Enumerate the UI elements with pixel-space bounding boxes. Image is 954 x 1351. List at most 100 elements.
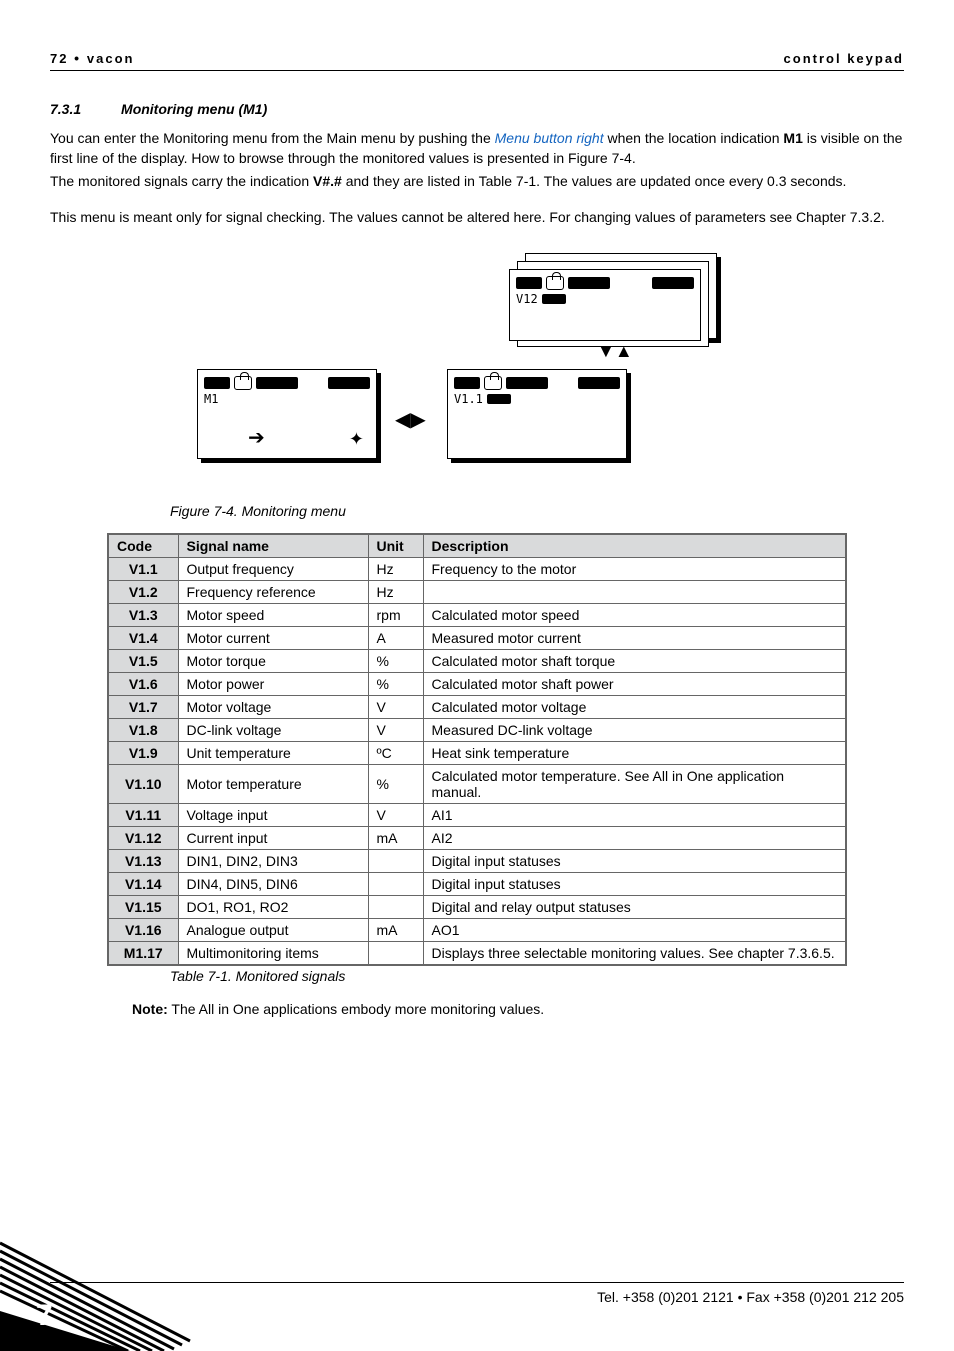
cell-unit: V (368, 696, 423, 719)
cell-desc: Digital and relay output statuses (423, 896, 846, 919)
note-text: The All in One applications embody more … (168, 1001, 544, 1017)
figure-7-4: M1 ➔ ✦ ◀▶ V1.1 ▼▲ V12 (197, 249, 757, 499)
cell-signal: Motor voltage (178, 696, 368, 719)
cell-code: V1.3 (108, 604, 178, 627)
cell-unit (368, 896, 423, 919)
cell-unit: % (368, 650, 423, 673)
table-row: V1.14DIN4, DIN5, DIN6Digital input statu… (108, 873, 846, 896)
display-text: V1.1 (454, 392, 483, 406)
cell-unit: mA (368, 919, 423, 942)
cell-signal: Multimonitoring items (178, 942, 368, 966)
page-header: 72 • vacon control keypad (50, 50, 904, 71)
table-row: V1.8DC-link voltageVMeasured DC-link vol… (108, 719, 846, 742)
cell-desc: Displays three selectable monitoring val… (423, 942, 846, 966)
lock-icon (546, 276, 564, 290)
bar-icon (542, 294, 566, 304)
bar-icon (652, 277, 694, 289)
table-caption: Table 7-1. Monitored signals (170, 968, 904, 984)
cell-signal: DIN1, DIN2, DIN3 (178, 850, 368, 873)
bar-icon (568, 277, 610, 289)
cell-code: V1.10 (108, 765, 178, 804)
cell-desc: Digital input statuses (423, 850, 846, 873)
cell-code: V1.5 (108, 650, 178, 673)
header-right: control keypad (784, 51, 904, 66)
cell-code: V1.11 (108, 804, 178, 827)
cell-signal: DIN4, DIN5, DIN6 (178, 873, 368, 896)
cell-signal: DC-link voltage (178, 719, 368, 742)
cell-desc: AI2 (423, 827, 846, 850)
bullet-icon: • (74, 50, 87, 66)
cell-desc: Calculated motor shaft power (423, 673, 846, 696)
table-row: V1.13DIN1, DIN2, DIN3 Digital input statu… (108, 850, 846, 873)
cell-signal: Analogue output (178, 919, 368, 942)
cell-code: V1.12 (108, 827, 178, 850)
lock-icon (484, 376, 502, 390)
section-title: 7.3.1 Monitoring menu (M1) (50, 101, 904, 117)
cell-code: M1.17 (108, 942, 178, 966)
paragraph-1: You can enter the Monitoring menu from t… (50, 129, 904, 168)
menu-button-right-link[interactable]: Menu button right (495, 130, 604, 146)
cell-code: V1.4 (108, 627, 178, 650)
chapter-badge: 7 (0, 1241, 200, 1351)
footer-contact: Tel. +358 (0)201 2121 • Fax +358 (0)201 … (597, 1289, 904, 1305)
cell-desc: AO1 (423, 919, 846, 942)
cell-desc: Digital input statuses (423, 873, 846, 896)
cell-desc: Measured motor current (423, 627, 846, 650)
bar-icon (516, 277, 542, 289)
table-row: V1.12Current inputmAAI2 (108, 827, 846, 850)
table-row: V1.3Motor speedrpmCalculated motor speed (108, 604, 846, 627)
cell-code: V1.2 (108, 581, 178, 604)
table-row: V1.1Output frequencyHzFrequency to the m… (108, 558, 846, 581)
cell-unit: ºC (368, 742, 423, 765)
cell-signal: Motor current (178, 627, 368, 650)
table-row: V1.16Analogue outputmAAO1 (108, 919, 846, 942)
bar-icon (506, 377, 548, 389)
cell-unit: % (368, 673, 423, 696)
table-row: V1.10Motor temperature%Calculated motor … (108, 765, 846, 804)
note-label: Note: (132, 1001, 168, 1017)
display-text: M1 (198, 392, 376, 406)
cell-desc (423, 581, 846, 604)
plus-icon: ✦ (349, 429, 364, 450)
table-row: V1.9Unit temperatureºCHeat sink temperat… (108, 742, 846, 765)
cell-desc: Measured DC-link voltage (423, 719, 846, 742)
section-name: Monitoring menu (M1) (121, 101, 267, 117)
display-right-top: V12 (509, 269, 701, 341)
th-signal: Signal name (178, 534, 368, 558)
header-left: 72 • vacon (50, 50, 134, 66)
table-row: V1.7Motor voltageVCalculated motor volta… (108, 696, 846, 719)
cell-unit (368, 942, 423, 966)
cell-code: V1.15 (108, 896, 178, 919)
cell-unit: V (368, 719, 423, 742)
lock-icon (234, 376, 252, 390)
cell-signal: Motor torque (178, 650, 368, 673)
cell-unit: % (368, 765, 423, 804)
cell-signal: DO1, RO1, RO2 (178, 896, 368, 919)
th-unit: Unit (368, 534, 423, 558)
bar-icon (328, 377, 370, 389)
table-header-row: Code Signal name Unit Description (108, 534, 846, 558)
cell-signal: Frequency reference (178, 581, 368, 604)
display-right-bottom: V1.1 (447, 369, 627, 459)
table-row: V1.11Voltage inputVAI1 (108, 804, 846, 827)
table-row: V1.4Motor currentAMeasured motor current (108, 627, 846, 650)
cell-unit: mA (368, 827, 423, 850)
cell-signal: Output frequency (178, 558, 368, 581)
display-text: V12 (516, 292, 538, 306)
cell-code: V1.13 (108, 850, 178, 873)
cell-signal: Motor speed (178, 604, 368, 627)
note: Note: The All in One applications embody… (132, 1000, 904, 1020)
cell-desc: Calculated motor speed (423, 604, 846, 627)
table-row: V1.6Motor power%Calculated motor shaft p… (108, 673, 846, 696)
cell-signal: Voltage input (178, 804, 368, 827)
display-left: M1 ➔ ✦ (197, 369, 377, 459)
bar-icon (454, 377, 480, 389)
cell-desc: AI1 (423, 804, 846, 827)
cell-desc: Frequency to the motor (423, 558, 846, 581)
table-row: M1.17Multimonitoring items Displays three… (108, 942, 846, 966)
bar-icon (204, 377, 230, 389)
cell-signal: Current input (178, 827, 368, 850)
cell-unit: V (368, 804, 423, 827)
cell-code: V1.9 (108, 742, 178, 765)
arrow-right-icon: ➔ (248, 425, 265, 450)
